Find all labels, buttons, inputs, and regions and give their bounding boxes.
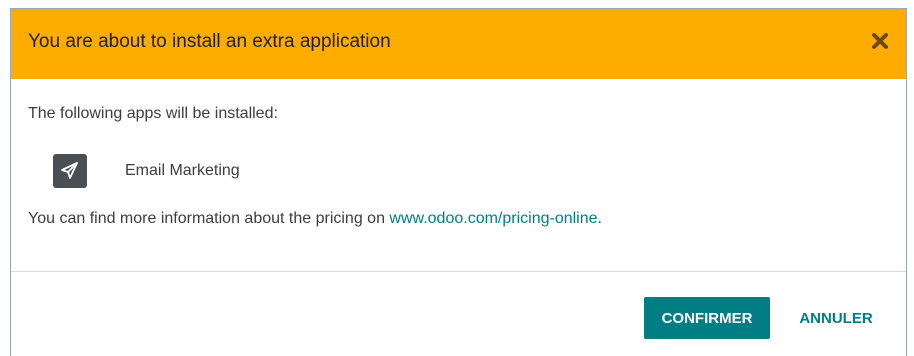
install-app-dialog: You are about to install an extra applic… [10,8,907,356]
close-button[interactable] [868,29,892,53]
apps-intro-text: The following apps will be installed: [28,105,278,122]
pricing-suffix: . [597,210,602,227]
confirm-button[interactable]: CONFIRMER [644,297,770,339]
footer-divider [11,271,906,272]
dialog-title: You are about to install an extra applic… [28,31,391,52]
pricing-link[interactable]: www.odoo.com/pricing-online [389,210,597,227]
close-icon [872,33,888,49]
app-name: Email Marketing [125,162,240,179]
dialog-header: You are about to install an extra applic… [11,9,906,79]
pricing-info-text: You can find more information about the … [28,210,602,228]
pricing-prefix: You can find more information about the … [28,210,390,227]
app-list-item: Email Marketing [53,154,240,188]
paper-plane-icon [53,154,87,188]
cancel-button[interactable]: ANNULER [781,297,891,339]
